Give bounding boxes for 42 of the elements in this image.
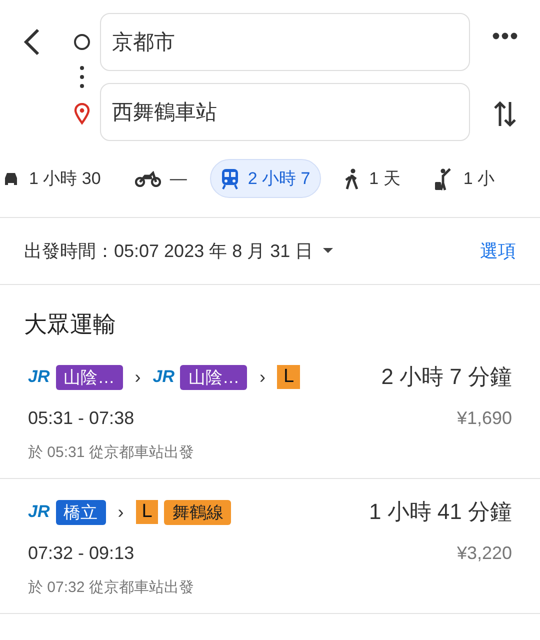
- fare: ¥1,690: [456, 408, 512, 429]
- dots-icon: [80, 65, 84, 89]
- back-icon[interactable]: [22, 28, 42, 56]
- line-letter-badge: L: [136, 500, 158, 524]
- rail-logo: JR: [28, 367, 50, 387]
- swap-icon[interactable]: [494, 100, 516, 128]
- line-badge: 舞鶴線: [164, 500, 232, 524]
- time-range: 05:31 - 07:38: [28, 408, 134, 429]
- chevron: ›: [134, 366, 141, 388]
- destination-field[interactable]: 西舞鶴車站: [100, 83, 470, 141]
- departure-note: 於 05:31 從京都車站出發: [28, 443, 195, 462]
- travel-mode-tab[interactable]: —: [124, 160, 198, 196]
- route-card[interactable]: JR 橋立 › L 舞鶴線 1 小時 41 分鐘 07:32 - 09:13 ¥3,220 於 07:32 從京都車站出發: [0, 479, 540, 614]
- travel-mode-tab[interactable]: 1 天: [333, 159, 412, 198]
- chevron: ›: [118, 502, 124, 522]
- travel-mode-tab[interactable]: 1 小時 30: [0, 159, 112, 198]
- route-card[interactable]: JR 山陰… › JR 山陰… › L 2 小時 7 分鐘 05:31 - 07:38 ¥1,690 於 05:31 從京都車站出發: [0, 340, 540, 479]
- rail-logo: JR: [28, 502, 50, 522]
- departure-time-selector[interactable]: 出發時間：05:07 2023 年 8 月 31 日: [24, 239, 334, 263]
- travel-mode-tab[interactable]: 2 小時 7: [210, 159, 322, 198]
- origin-field[interactable]: 京都市: [100, 13, 470, 71]
- line-badge: 山陰…: [56, 364, 123, 390]
- chevron: ›: [259, 366, 266, 388]
- line-badge: 山陰…: [180, 364, 248, 390]
- fare: ¥3,220: [456, 543, 512, 564]
- dropdown-caret-icon: [323, 248, 334, 254]
- line-badge: 橋立: [56, 500, 106, 524]
- travel-mode-tab[interactable]: 1 小: [423, 158, 506, 198]
- duration: 2 小時 7 分鐘: [381, 363, 512, 391]
- pin-icon: [74, 103, 90, 125]
- more-icon[interactable]: [492, 32, 518, 40]
- walking-person-icon: [344, 168, 360, 190]
- rail-logo: JR: [152, 367, 174, 387]
- train-icon: [220, 168, 239, 190]
- line-letter-badge: L: [277, 365, 300, 389]
- origin-circle-icon: [73, 33, 91, 51]
- duration: 1 小時 41 分鐘: [368, 498, 512, 526]
- motorcycle-icon: [134, 170, 161, 186]
- time-range: 07:32 - 09:13: [28, 543, 134, 564]
- section-title: 大眾運輸: [24, 310, 117, 339]
- options-link[interactable]: 選項: [480, 239, 516, 263]
- departure-note: 於 07:32 從京都車站出發: [28, 578, 195, 597]
